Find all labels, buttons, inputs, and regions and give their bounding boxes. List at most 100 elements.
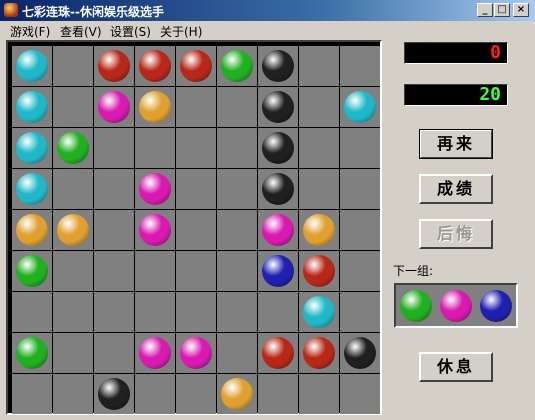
magenta-ball[interactable] — [139, 337, 171, 369]
board-cell[interactable] — [340, 87, 380, 127]
board-cell[interactable] — [299, 251, 339, 291]
cyan-ball[interactable] — [303, 296, 335, 328]
black-ball[interactable] — [262, 50, 294, 82]
green-ball[interactable] — [16, 255, 48, 287]
board-cell[interactable] — [340, 333, 380, 373]
board-cell[interactable] — [135, 251, 175, 291]
board-cell[interactable] — [258, 46, 298, 86]
board-cell[interactable] — [176, 169, 216, 209]
cyan-ball[interactable] — [16, 50, 48, 82]
board-cell[interactable] — [258, 292, 298, 332]
board-cell[interactable] — [135, 46, 175, 86]
red-ball[interactable] — [98, 50, 130, 82]
magenta-ball[interactable] — [262, 214, 294, 246]
board-cell[interactable] — [299, 46, 339, 86]
cyan-ball[interactable] — [16, 132, 48, 164]
board-cell[interactable] — [176, 251, 216, 291]
board-cell[interactable] — [176, 87, 216, 127]
board-cell[interactable] — [176, 210, 216, 250]
board-cell[interactable] — [53, 251, 93, 291]
green-ball[interactable] — [221, 50, 253, 82]
rest-button[interactable]: 休息 — [419, 352, 493, 382]
board-cell[interactable] — [217, 374, 257, 414]
board-cell[interactable] — [94, 128, 134, 168]
board-cell[interactable] — [299, 210, 339, 250]
board-cell[interactable] — [299, 292, 339, 332]
black-ball[interactable] — [262, 91, 294, 123]
board-cell[interactable] — [53, 210, 93, 250]
board-cell[interactable] — [135, 87, 175, 127]
board-cell[interactable] — [94, 210, 134, 250]
red-ball[interactable] — [180, 50, 212, 82]
scores-button[interactable]: 成绩 — [419, 174, 493, 204]
board-cell[interactable] — [53, 169, 93, 209]
board-cell[interactable] — [258, 210, 298, 250]
board-cell[interactable] — [53, 292, 93, 332]
board-cell[interactable] — [12, 333, 52, 373]
magenta-ball[interactable] — [139, 214, 171, 246]
board-cell[interactable] — [258, 374, 298, 414]
board-cell[interactable] — [340, 251, 380, 291]
orange-ball[interactable] — [57, 214, 89, 246]
magenta-ball[interactable] — [139, 173, 171, 205]
cyan-ball[interactable] — [344, 91, 376, 123]
close-button[interactable]: × — [513, 3, 529, 17]
board-cell[interactable] — [135, 169, 175, 209]
board-cell[interactable] — [12, 87, 52, 127]
red-ball[interactable] — [303, 255, 335, 287]
board-cell[interactable] — [176, 292, 216, 332]
board-cell[interactable] — [135, 210, 175, 250]
menu-view[interactable]: 查看(V) — [60, 23, 102, 40]
board-cell[interactable] — [176, 128, 216, 168]
board-cell[interactable] — [299, 374, 339, 414]
green-ball[interactable] — [16, 337, 48, 369]
board-cell[interactable] — [217, 251, 257, 291]
blue-ball[interactable] — [262, 255, 294, 287]
board-cell[interactable] — [217, 87, 257, 127]
board-cell[interactable] — [53, 46, 93, 86]
board-cell[interactable] — [340, 292, 380, 332]
restart-button[interactable]: 再来 — [419, 129, 493, 159]
board-cell[interactable] — [135, 333, 175, 373]
board-cell[interactable] — [12, 292, 52, 332]
red-ball[interactable] — [262, 337, 294, 369]
board-cell[interactable] — [135, 374, 175, 414]
board-cell[interactable] — [258, 333, 298, 373]
black-ball[interactable] — [344, 337, 376, 369]
board-cell[interactable] — [258, 87, 298, 127]
board-cell[interactable] — [217, 46, 257, 86]
board-cell[interactable] — [53, 87, 93, 127]
board-cell[interactable] — [340, 128, 380, 168]
board-cell[interactable] — [299, 87, 339, 127]
board-cell[interactable] — [340, 169, 380, 209]
board-cell[interactable] — [217, 169, 257, 209]
orange-ball[interactable] — [303, 214, 335, 246]
board-cell[interactable] — [94, 46, 134, 86]
minimize-button[interactable]: _ — [477, 3, 493, 17]
board-cell[interactable] — [217, 333, 257, 373]
board-cell[interactable] — [176, 46, 216, 86]
board-cell[interactable] — [299, 333, 339, 373]
cyan-ball[interactable] — [16, 91, 48, 123]
board-cell[interactable] — [12, 210, 52, 250]
board-cell[interactable] — [176, 374, 216, 414]
board-cell[interactable] — [94, 292, 134, 332]
board-cell[interactable] — [94, 374, 134, 414]
board-cell[interactable] — [135, 128, 175, 168]
board-cell[interactable] — [53, 374, 93, 414]
title-bar[interactable]: 七彩连珠--休闲娱乐级选手 _ □ × — [0, 0, 535, 21]
black-ball[interactable] — [262, 173, 294, 205]
black-ball[interactable] — [98, 378, 130, 410]
board-cell[interactable] — [12, 128, 52, 168]
board-cell[interactable] — [94, 169, 134, 209]
board-cell[interactable] — [12, 374, 52, 414]
board-cell[interactable] — [94, 251, 134, 291]
board-cell[interactable] — [217, 292, 257, 332]
cyan-ball[interactable] — [16, 173, 48, 205]
board-cell[interactable] — [176, 333, 216, 373]
board-cell[interactable] — [258, 169, 298, 209]
board-cell[interactable] — [258, 251, 298, 291]
magenta-ball[interactable] — [180, 337, 212, 369]
board-cell[interactable] — [53, 333, 93, 373]
board-cell[interactable] — [299, 169, 339, 209]
